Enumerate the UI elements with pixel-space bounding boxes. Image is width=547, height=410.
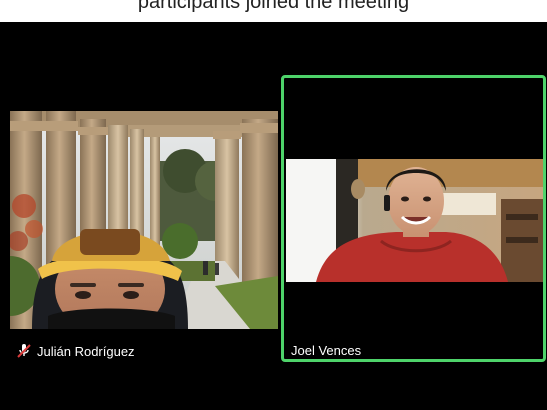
participant-name-joel: Joel Vences bbox=[291, 343, 361, 358]
meeting-gallery-view: participants joined the meeting Julián R… bbox=[0, 0, 547, 410]
participant-video-joel bbox=[286, 159, 543, 282]
participant-tile-julian[interactable]: Julián Rodríguez bbox=[8, 75, 278, 362]
participant-name-julian: Julián Rodríguez bbox=[16, 343, 135, 359]
top-banner: participants joined the meeting bbox=[0, 0, 547, 22]
participant-name-label: Joel Vences bbox=[291, 343, 362, 358]
participant-video-julian bbox=[10, 111, 278, 329]
banner-text: participants joined the meeting bbox=[137, 0, 410, 13]
microphone-muted-icon bbox=[16, 343, 32, 359]
participant-tile-joel[interactable]: Joel Vences bbox=[281, 75, 546, 362]
participant-name-label: Julián Rodríguez bbox=[37, 343, 135, 359]
